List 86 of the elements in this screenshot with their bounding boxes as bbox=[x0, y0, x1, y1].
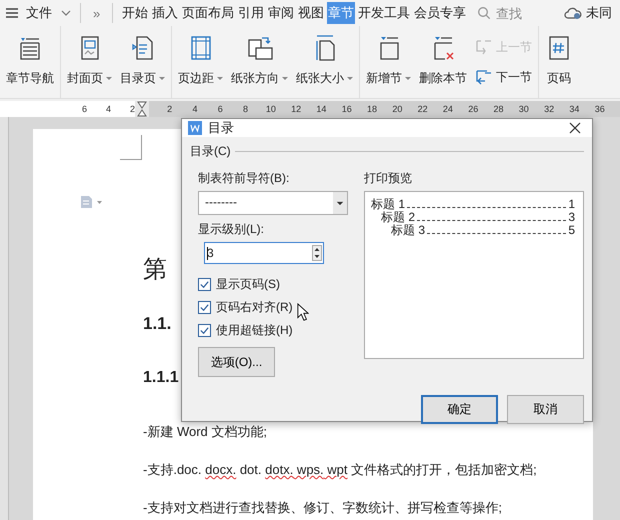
caret-icon bbox=[106, 77, 112, 80]
checkbox-option[interactable]: 页码右对齐(R) bbox=[198, 299, 348, 316]
field-label: 制表符前导符(B): bbox=[198, 170, 290, 187]
checkbox-option[interactable]: 使用超链接(H) bbox=[198, 322, 348, 339]
menu-tab[interactable]: 开始 bbox=[121, 2, 150, 24]
preview-heading: 标题 1 bbox=[371, 198, 406, 211]
ruler-number: 32 bbox=[543, 104, 556, 114]
preview-page-number: 3 bbox=[568, 211, 575, 224]
menu-tab[interactable]: 插入 bbox=[151, 2, 180, 24]
ruler-number: 4 bbox=[191, 104, 198, 114]
paragraph: -支持.doc. docx. dot. dotx. wps. wpt 文件格式的打开，包括加密文档; bbox=[143, 461, 537, 479]
search-field[interactable]: 查找 bbox=[494, 4, 548, 22]
preview-heading: 标题 2 bbox=[381, 211, 416, 224]
field-label: 显示级别(L): bbox=[198, 221, 265, 238]
ruler-number: 14 bbox=[315, 104, 328, 114]
paragraph: -支持对文档进行查找替换、修订、字数统计、拼写检查等操作; bbox=[143, 499, 502, 517]
ribbon-button[interactable]: 删除本节 bbox=[415, 26, 471, 98]
ribbon-button[interactable]: 目录页 bbox=[116, 26, 169, 98]
checkmark-icon bbox=[199, 325, 210, 336]
paragraph: -新建 Word 文档功能; bbox=[143, 423, 267, 441]
ruler-number: 2 bbox=[130, 104, 135, 114]
heading: 第 bbox=[143, 254, 167, 285]
ribbon-button[interactable]: 页边距 bbox=[174, 26, 227, 98]
sync-status: 未同 bbox=[586, 4, 612, 22]
ribbon-button[interactable]: 纸张方向 bbox=[227, 26, 292, 98]
menu-tab[interactable]: 视图 bbox=[297, 2, 326, 24]
more-tabs-button[interactable]: » bbox=[89, 6, 104, 20]
ruler-number: 26 bbox=[467, 104, 480, 114]
cloud-icon[interactable] bbox=[564, 6, 582, 20]
dropdown-arrow-icon bbox=[336, 200, 344, 206]
search-icon bbox=[477, 6, 492, 20]
indent-marker-icon[interactable] bbox=[137, 101, 147, 117]
section-label: 目录(C) bbox=[190, 143, 231, 160]
menu-tab[interactable]: 审阅 bbox=[267, 2, 296, 24]
dialog-title: 目录 bbox=[208, 119, 235, 137]
ribbon-button[interactable]: 页码 bbox=[541, 26, 577, 98]
ok-button[interactable]: 确定 bbox=[421, 395, 498, 424]
checkbox-option[interactable]: 显示页码(S) bbox=[198, 276, 348, 293]
ribbon-button[interactable]: 纸张大小 bbox=[292, 26, 357, 98]
ribbon-button[interactable]: 章节导航 bbox=[2, 26, 58, 98]
options-button[interactable]: 选项(O)... bbox=[198, 347, 275, 377]
ruler-number: 22 bbox=[416, 104, 429, 114]
ruler-number: 10 bbox=[264, 104, 277, 114]
menu-tab[interactable]: 页面布局 bbox=[181, 2, 236, 24]
menu-tab[interactable]: 引用 bbox=[237, 2, 266, 24]
checkmark-icon bbox=[199, 279, 210, 290]
next-section-icon bbox=[475, 68, 493, 86]
preview-page-number: 1 bbox=[568, 198, 575, 211]
heading: 1.1. bbox=[143, 313, 172, 335]
ruler-number: 6 bbox=[216, 104, 224, 114]
caret-icon bbox=[159, 77, 165, 80]
close-icon[interactable] bbox=[568, 121, 582, 135]
preview-label: 打印预览 bbox=[364, 170, 413, 187]
preview-page-number: 5 bbox=[568, 224, 575, 237]
caret-icon bbox=[282, 77, 288, 80]
ruler-number: 2 bbox=[166, 104, 174, 114]
ruler-number: 6 bbox=[82, 104, 87, 114]
checkmark-icon bbox=[199, 302, 210, 313]
ruler-number: 30 bbox=[518, 104, 530, 114]
ruler-number: 8 bbox=[242, 104, 250, 114]
ruler-number: 18 bbox=[366, 104, 378, 114]
ribbon-button[interactable]: 下一节 bbox=[475, 68, 532, 86]
ruler-number: 28 bbox=[492, 104, 505, 114]
mouse-cursor-icon bbox=[297, 303, 309, 322]
heading: 1.1.1 bbox=[143, 368, 179, 388]
ruler-number: 36 bbox=[594, 104, 606, 114]
caret-icon bbox=[217, 77, 223, 80]
page-corner-mark bbox=[120, 135, 142, 160]
ribbon-button[interactable]: 封面页 bbox=[63, 26, 116, 98]
ruler-number: 12 bbox=[290, 104, 302, 114]
cancel-button[interactable]: 取消 bbox=[507, 395, 584, 424]
ruler-number: 16 bbox=[340, 104, 353, 114]
file-menu[interactable]: 文件 bbox=[26, 4, 52, 22]
caret-icon bbox=[405, 77, 411, 80]
spin-arrows-icon[interactable] bbox=[312, 245, 322, 261]
leader-dropdown[interactable]: -------- bbox=[198, 191, 348, 215]
menu-tab[interactable]: 会员专享 bbox=[413, 2, 468, 24]
ruler-number: 24 bbox=[442, 104, 454, 114]
ruler-number: 4 bbox=[106, 104, 111, 114]
caret-icon bbox=[347, 77, 353, 80]
preview-heading: 标题 3 bbox=[391, 224, 426, 237]
menu-tab[interactable]: 开发工具 bbox=[357, 2, 412, 24]
ruler-number: 34 bbox=[568, 104, 580, 114]
ruler-number: 20 bbox=[391, 104, 404, 114]
ribbon-button[interactable]: 新增节 bbox=[362, 26, 415, 98]
previous-section-icon bbox=[475, 38, 493, 56]
